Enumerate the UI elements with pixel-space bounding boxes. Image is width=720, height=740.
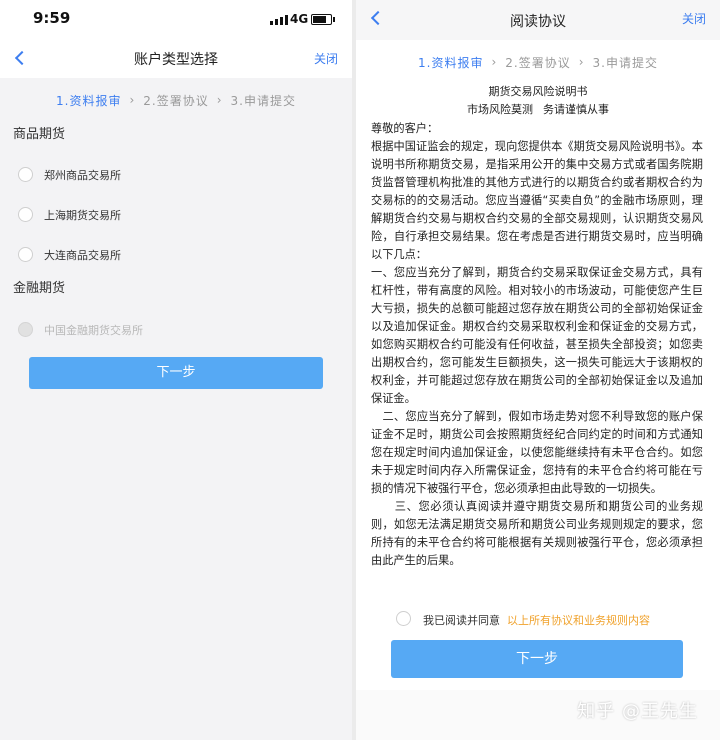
battery-icon	[311, 14, 335, 25]
agree-text: 我已阅读并同意	[423, 614, 500, 627]
page-title: 阅读协议	[510, 14, 566, 30]
left-navbar: 账户类型选择 关闭	[0, 40, 352, 78]
document-title: 期货交易风险说明书	[488, 85, 588, 98]
radio-icon[interactable]	[18, 167, 33, 182]
step-1: 1.资料报审	[56, 93, 122, 108]
agreements-link[interactable]: 以上所有协议和业务规则内容	[507, 614, 650, 627]
page-title: 账户类型选择	[134, 52, 218, 68]
step-3: 3.申请提交	[230, 93, 296, 108]
doc-paragraph: 根据中国证监会的规定，现向您提供本《期货交易风险说明书》。本说明书所称期货交易，…	[371, 140, 703, 261]
option-label: 大连商品交易所	[44, 249, 121, 262]
chevron-right-icon: ›	[491, 55, 498, 69]
next-button[interactable]: 下一步	[391, 640, 683, 678]
radio-icon[interactable]	[18, 247, 33, 262]
subtitle-part: 务请谨慎从事	[543, 103, 609, 116]
option-zhengzhou[interactable]: 郑州商品交易所	[0, 155, 352, 195]
chevron-right-icon: ›	[216, 93, 223, 107]
option-cffex: 中国金融期货交易所	[0, 310, 352, 350]
document-subtitle: 市场风险莫测 务请谨慎从事	[356, 101, 720, 117]
option-label: 上海期货交易所	[44, 209, 121, 222]
option-shanghai[interactable]: 上海期货交易所	[0, 195, 352, 235]
close-button[interactable]: 关闭	[682, 10, 706, 27]
read-agreement-screen: 阅读协议 关闭 1.资料报审 › 2.签署协议 › 3.申请提交 期货交易风险说…	[356, 0, 720, 740]
step-3: 3.申请提交	[592, 55, 658, 70]
right-navbar: 阅读协议 关闭	[356, 0, 720, 40]
doc-paragraph: 一、您应当充分了解到，期货合约交易采取保证金交易方式，具有杠杆性，带有高度的风险…	[371, 266, 703, 405]
option-label: 郑州商品交易所	[44, 169, 121, 182]
section-header-financial: 金融期货	[13, 281, 66, 296]
signal-icon	[270, 15, 288, 25]
doc-paragraph: 三、您必须认真阅读并遵守期货交易所和期货公司的业务规则，如您无法满足期货交易所和…	[371, 500, 703, 567]
step-1: 1.资料报审	[418, 55, 484, 70]
doc-paragraph: 尊敬的客户：	[371, 122, 439, 135]
step-2: 2.签署协议	[143, 93, 209, 108]
section-header-commodity: 商品期货	[13, 127, 66, 142]
document-body[interactable]: 尊敬的客户： 根据中国证监会的规定，现向您提供本《期货交易风险说明书》。本说明书…	[371, 120, 703, 595]
next-button[interactable]: 下一步	[29, 357, 323, 389]
doc-paragraph: 二、您应当充分了解到，假如市场走势对您不利导致您的账户保证金不足时，期货公司会按…	[371, 410, 703, 495]
step-2: 2.签署协议	[505, 55, 571, 70]
status-time: 9:59	[33, 9, 71, 27]
agree-row: 我已阅读并同意 以上所有协议和业务规则内容	[356, 609, 720, 629]
watermark: 知乎 @王先生	[577, 701, 698, 722]
radio-icon	[18, 322, 33, 337]
chevron-right-icon: ›	[129, 93, 136, 107]
account-type-screen: 9:59 4G 账户类型选择 关闭 1.资料报审 › 2.签署协议 › 3.申请…	[0, 0, 352, 740]
option-dalian[interactable]: 大连商品交易所	[0, 235, 352, 275]
agree-checkbox[interactable]	[396, 611, 411, 626]
close-button[interactable]: 关闭	[314, 50, 338, 67]
network-type: 4G	[290, 12, 309, 26]
step-indicator: 1.资料报审 › 2.签署协议 › 3.申请提交	[0, 78, 352, 122]
subtitle-part: 市场风险莫测	[467, 103, 533, 116]
status-bar: 9:59 4G	[0, 0, 352, 40]
agree-label: 我已阅读并同意 以上所有协议和业务规则内容	[423, 612, 650, 628]
option-label: 中国金融期货交易所	[44, 324, 143, 337]
radio-icon[interactable]	[18, 207, 33, 222]
step-indicator: 1.资料报审 › 2.签署协议 › 3.申请提交	[356, 40, 720, 84]
chevron-right-icon: ›	[578, 55, 585, 69]
